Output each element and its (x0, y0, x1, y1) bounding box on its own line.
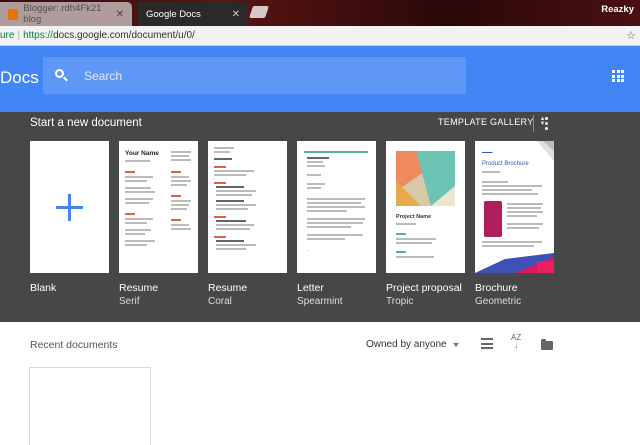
url-divider: | (17, 30, 21, 41)
template-card-letter-spearmint[interactable]: ~ (297, 141, 376, 273)
template-card-project-proposal-tropic[interactable]: Project Name (386, 141, 465, 273)
template-style: Tropic (386, 296, 414, 307)
template-gallery-button[interactable]: TEMPLATE GALLERY ▲ ▼ (438, 116, 546, 127)
divider (533, 115, 534, 132)
tab-blogger[interactable]: Blogger: rdh4Fk21 blog ✕ (0, 2, 132, 26)
secure-label: ure (0, 30, 15, 41)
template-name: Blank (30, 282, 57, 294)
thumb-company: ▬▬▬ (482, 150, 493, 154)
template-name: Resume (119, 282, 159, 294)
profile-name[interactable]: Reazky (601, 4, 634, 15)
tab-title: Google Docs (146, 8, 201, 20)
template-style: Geometric (475, 296, 522, 307)
address-bar[interactable]: ure | https://docs.google.com/document/u… (0, 26, 640, 46)
template-card-blank[interactable] (30, 141, 109, 273)
template-style: Spearmint (297, 296, 343, 307)
list-view-icon[interactable] (481, 338, 493, 349)
more-options-icon[interactable] (545, 117, 548, 130)
thumb-title: Product Brochure (482, 161, 529, 167)
template-name: Letter (297, 282, 324, 294)
search-box[interactable] (43, 57, 466, 94)
blogger-icon (8, 8, 19, 20)
thumb-title: Project Name (396, 214, 432, 220)
template-name: Brochure (475, 282, 518, 294)
template-card-brochure-geometric[interactable]: ▬▬▬ Product Brochure (475, 141, 554, 273)
star-icon[interactable]: ☆ (626, 29, 636, 42)
url-text[interactable]: https://docs.google.com/document/u/0/ (23, 30, 195, 41)
sort-label: AZ (511, 333, 522, 342)
close-icon[interactable]: ✕ (232, 9, 240, 20)
template-section: Start a new document TEMPLATE GALLERY ▲ ▼… (0, 112, 640, 322)
apps-grid-icon[interactable] (612, 70, 624, 82)
tropic-cover-art (396, 151, 455, 206)
section-title: Start a new document (30, 117, 142, 129)
template-card-resume-coral[interactable] (208, 141, 287, 273)
sort-az-icon[interactable]: AZ ↓ (511, 334, 521, 350)
folder-icon[interactable] (541, 339, 553, 350)
template-name: Resume (208, 282, 248, 294)
close-icon[interactable]: ✕ (116, 9, 124, 20)
recent-document-thumbnail[interactable] (29, 367, 151, 445)
template-gallery-label: TEMPLATE GALLERY (438, 117, 534, 127)
template-card-resume-serif[interactable]: Your Name (119, 141, 198, 273)
new-tab-button[interactable] (249, 6, 269, 18)
chevron-down-icon (452, 342, 459, 347)
docs-header: Docs (0, 46, 640, 112)
url-path: docs.google.com/document/u/0/ (53, 30, 195, 41)
search-input[interactable] (84, 68, 424, 83)
template-style: Coral (208, 296, 232, 307)
tab-google-docs[interactable]: Google Docs ✕ (138, 2, 248, 26)
owner-filter-dropdown[interactable]: Owned by anyone (366, 339, 459, 350)
phone-image (484, 201, 502, 237)
tab-title: Blogger: rdh4Fk21 blog (23, 3, 102, 25)
search-icon[interactable] (55, 68, 69, 83)
recent-documents-title: Recent documents (30, 339, 118, 351)
owner-filter-label: Owned by anyone (366, 339, 447, 350)
signature: ~ (307, 249, 310, 253)
browser-tab-bar: Blogger: rdh4Fk21 blog ✕ Google Docs ✕ R… (0, 0, 640, 26)
app-title[interactable]: Docs (0, 68, 39, 88)
url-scheme: https:// (23, 30, 54, 41)
template-style: Serif (119, 296, 140, 307)
plus-icon (56, 194, 83, 221)
thumb-title: Your Name (125, 150, 159, 157)
template-name: Project proposal (386, 282, 462, 294)
